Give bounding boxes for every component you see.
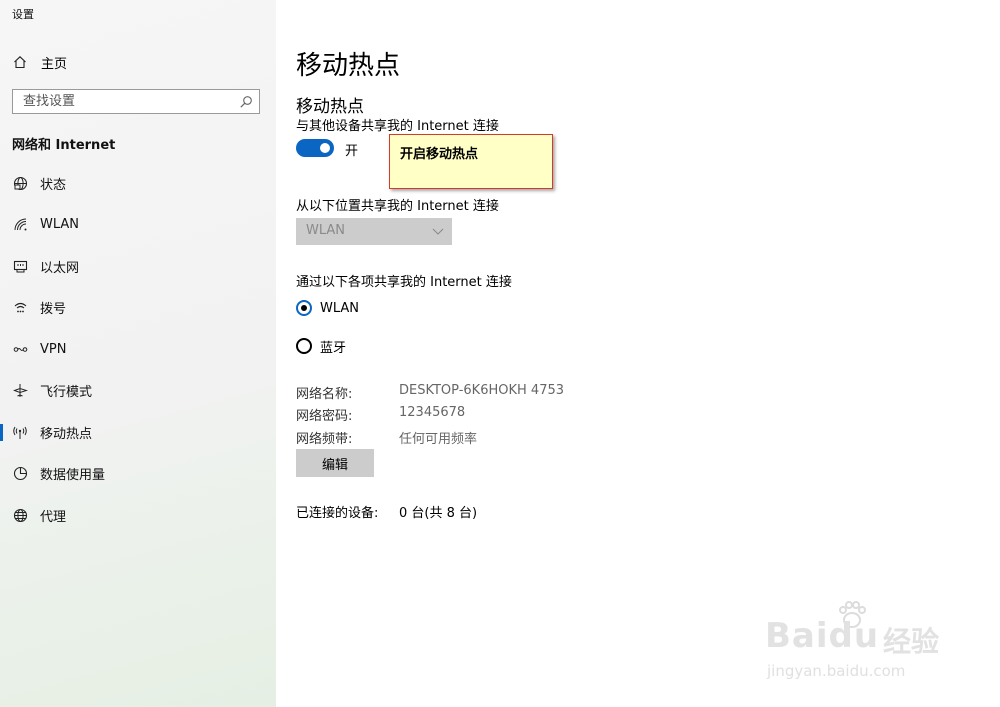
radio-label: WLAN (320, 300, 360, 316)
share-from-label: 从以下位置共享我的 Internet 连接 (296, 199, 499, 214)
radio-button[interactable] (296, 300, 312, 316)
window-title: 设置 (12, 8, 34, 21)
chevron-down-icon (432, 228, 444, 235)
property-key: 网络密码: (296, 409, 353, 424)
property-network-password: 网络密码: 12345678 (296, 405, 465, 424)
share-via-label: 通过以下各项共享我的 Internet 连接 (296, 275, 512, 290)
status-globe-icon (12, 175, 28, 191)
sidebar-section-title: 网络和 Internet (12, 138, 116, 153)
hotspot-icon (12, 424, 28, 440)
connected-devices-value: 0 台(共 8 台) (399, 506, 478, 521)
sidebar-item-dialup[interactable]: 拨号 (0, 292, 276, 322)
data-usage-icon (12, 465, 28, 481)
home-icon (12, 54, 28, 70)
ethernet-icon (12, 258, 28, 274)
connected-devices-row: 已连接的设备: 0 台(共 8 台) (296, 502, 477, 521)
proxy-globe-icon (12, 507, 28, 523)
property-key: 网络频带: (296, 432, 353, 447)
sidebar-item-vpn[interactable]: VPN (0, 334, 276, 364)
search-input[interactable] (13, 90, 233, 113)
vpn-icon (12, 341, 28, 357)
baidu-jingyan-watermark: Baidu 经验 jingyan.baidu.com (765, 600, 955, 690)
sidebar-home-label: 主页 (41, 56, 68, 72)
property-value: 任何可用频率 (399, 432, 478, 447)
sidebar-item-wlan[interactable]: WLAN (0, 209, 276, 239)
share-description: 与其他设备共享我的 Internet 连接 (296, 119, 499, 134)
dialup-icon (12, 299, 28, 315)
sidebar-item-airplane[interactable]: 飞行模式 (0, 375, 276, 405)
sidebar-item-label: 数据使用量 (40, 467, 106, 483)
page-title: 移动热点 (296, 51, 401, 81)
property-network-name: 网络名称: DESKTOP-6K6HOKH 4753 (296, 383, 564, 402)
radio-option-wlan[interactable]: WLAN (296, 298, 359, 318)
property-key: 网络名称: (296, 387, 353, 402)
sidebar-item-label: 以太网 (40, 260, 80, 276)
section-heading: 移动热点 (296, 97, 364, 117)
radio-label: 蓝牙 (320, 340, 347, 356)
property-value: DESKTOP-6K6HOKH 4753 (399, 383, 565, 398)
sidebar-home[interactable]: 主页 (12, 52, 67, 72)
sidebar-item-label: WLAN (40, 216, 80, 232)
watermark-brand: Baidu (765, 616, 880, 656)
sidebar-item-label: 飞行模式 (40, 384, 93, 400)
sidebar-item-hotspot[interactable]: 移动热点 (0, 417, 276, 447)
edit-button[interactable]: 编辑 (296, 449, 374, 477)
watermark-url: jingyan.baidu.com (767, 662, 906, 680)
toggle-knob (320, 143, 330, 153)
search-box[interactable] (12, 89, 260, 114)
annotation-callout: 开启移动热点 (389, 134, 553, 189)
sidebar-item-label: 状态 (40, 177, 67, 193)
sidebar-item-data-usage[interactable]: 数据使用量 (0, 458, 276, 488)
property-value: 12345678 (399, 405, 466, 420)
sidebar-item-label: VPN (40, 341, 67, 357)
share-from-dropdown[interactable]: WLAN (296, 218, 452, 245)
sidebar: 设置 主页 网络和 Internet 状态 WLAN 以太网 拨号 (0, 0, 276, 707)
sidebar-item-ethernet[interactable]: 以太网 (0, 251, 276, 281)
sidebar-item-proxy[interactable]: 代理 (0, 500, 276, 530)
toggle-state-label: 开 (345, 144, 359, 159)
airplane-icon (12, 382, 28, 398)
radio-option-bluetooth[interactable]: 蓝牙 (296, 336, 346, 356)
connected-devices-label: 已连接的设备: (296, 506, 379, 521)
watermark-brand-cn: 经验 (883, 625, 940, 658)
sidebar-item-status[interactable]: 状态 (0, 168, 276, 198)
search-icon[interactable] (239, 95, 253, 109)
sidebar-item-label: 代理 (40, 509, 67, 525)
sidebar-item-label: 移动热点 (40, 426, 93, 442)
hotspot-toggle[interactable] (296, 139, 334, 157)
selection-indicator (0, 424, 3, 441)
sidebar-item-label: 拨号 (40, 301, 67, 317)
share-from-value: WLAN (306, 223, 346, 238)
property-network-band: 网络频带: 任何可用频率 (296, 428, 477, 447)
radio-button[interactable] (296, 338, 312, 354)
callout-text: 开启移动热点 (400, 147, 479, 162)
wifi-icon (12, 216, 28, 232)
